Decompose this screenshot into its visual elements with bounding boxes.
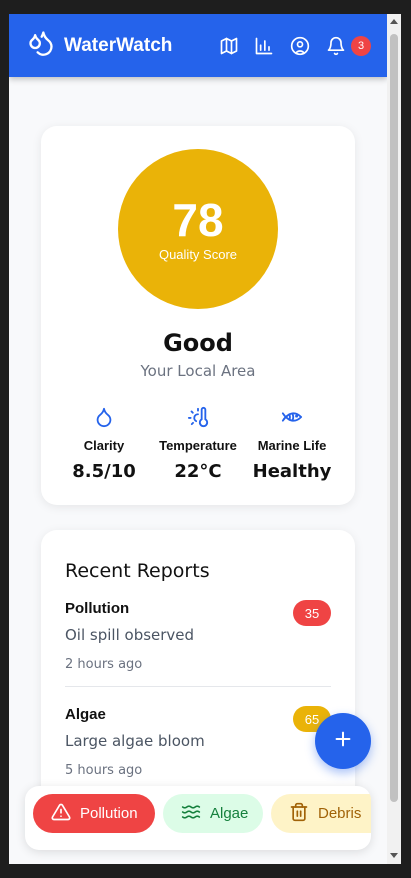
filter-label: Pollution [80, 805, 138, 822]
report-time: 5 hours ago [65, 763, 143, 778]
report-item[interactable]: Pollution Oil spill observed 2 hours ago… [65, 600, 331, 672]
logo[interactable]: WaterWatch [27, 29, 172, 62]
user-icon[interactable] [290, 36, 310, 56]
metric-value: Healthy [252, 461, 332, 482]
chart-icon[interactable] [254, 36, 274, 56]
quality-status: Good [163, 329, 233, 357]
report-description: Oil spill observed [65, 626, 195, 644]
filter-label: Debris [318, 805, 362, 822]
location-label: Your Local Area [140, 362, 256, 380]
report-divider [65, 686, 331, 687]
metric-label: Marine Life [257, 438, 327, 453]
metric-label: Temperature [159, 438, 237, 453]
scroll-down-arrow[interactable] [390, 853, 398, 858]
bell-icon[interactable] [326, 36, 346, 56]
quality-score-circle: 78 Quality Score [118, 149, 278, 309]
report-type: Pollution [65, 600, 130, 617]
plus-icon [332, 728, 354, 755]
fish-icon [281, 406, 303, 428]
scroll-up-arrow[interactable] [390, 19, 398, 24]
waves-icon [181, 802, 210, 826]
water-quality-card: 78 Quality Score Good Your Local Area Cl… [41, 126, 355, 505]
app-title: WaterWatch [64, 34, 173, 56]
quality-score-label: Quality Score [158, 246, 238, 262]
thermometer-icon [187, 406, 209, 428]
add-report-button[interactable] [315, 713, 371, 769]
app-header: WaterWatch 3 [9, 14, 387, 77]
filter-chip-algae[interactable]: Algae [163, 794, 263, 833]
report-item[interactable]: Algae Large algae bloom 5 hours ago 65 [65, 706, 331, 778]
notification-badge: 3 [351, 36, 371, 56]
metric-clarity: Clarity 8.5/10 [54, 406, 154, 482]
report-description: Large algae bloom [65, 732, 205, 750]
report-type: Algae [65, 706, 106, 723]
report-time: 2 hours ago [65, 657, 143, 672]
metric-label: Clarity [83, 438, 125, 453]
metric-value: 8.5/10 [72, 461, 136, 482]
report-score-badge: 35 [293, 600, 331, 626]
scrollbar-thumb[interactable] [390, 34, 398, 802]
warning-icon [51, 802, 80, 826]
filter-chip-debris[interactable]: Debris [271, 794, 371, 833]
quality-score-value: 78 [172, 193, 224, 246]
app-viewport: WaterWatch 3 78 Quality Score Good Your … [9, 14, 387, 864]
metric-marine-life: Marine Life Healthy [242, 406, 342, 482]
water-drops-icon [27, 29, 55, 62]
report-filter-bar: Pollution Algae Debris [25, 786, 371, 850]
trash-icon [289, 802, 318, 826]
metric-value: 22°C [174, 461, 222, 482]
map-icon[interactable] [219, 36, 239, 56]
filter-chip-pollution[interactable]: Pollution [33, 794, 155, 833]
reports-title: Recent Reports [65, 560, 210, 582]
metric-temperature: Temperature 22°C [148, 406, 248, 482]
droplet-icon [93, 406, 115, 428]
filter-label: Algae [210, 805, 249, 822]
recent-reports-card: Recent Reports Pollution Oil spill obser… [41, 530, 355, 830]
page-scrollbar[interactable] [387, 14, 401, 864]
